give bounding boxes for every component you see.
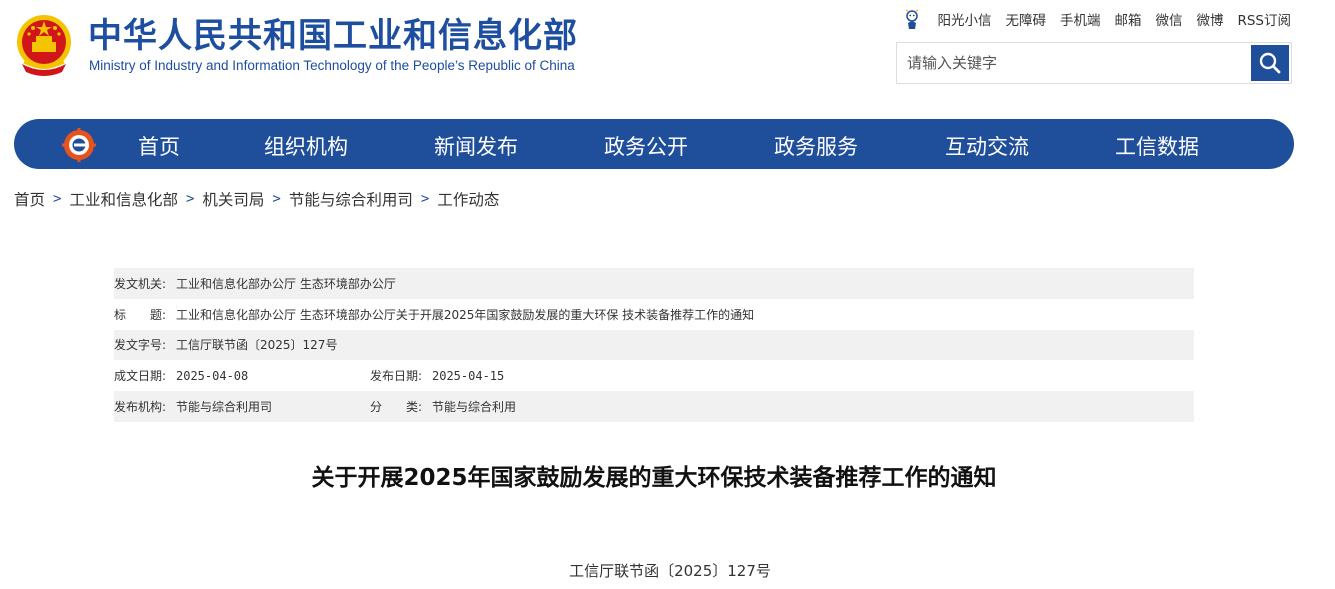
search-icon — [1259, 52, 1281, 74]
sunshine-mascot-icon[interactable] — [903, 8, 921, 30]
nav-data[interactable]: 工信数据 — [1115, 131, 1199, 161]
doc-no-value: 工信厅联节函〔2025〕127号 — [176, 338, 338, 353]
top-link-sunshine[interactable]: 阳光小信 — [937, 9, 991, 29]
top-link-mail[interactable]: 邮箱 — [1114, 9, 1141, 29]
nav-home[interactable]: 首页 — [138, 131, 180, 161]
nav-news[interactable]: 新闻发布 — [434, 131, 518, 161]
breadcrumb-separator-icon: > — [420, 191, 430, 207]
breadcrumb-separator-icon: > — [185, 191, 195, 207]
top-links-bar: 阳光小信 无障碍 手机端 邮箱 微信 微博 RSS订阅 — [903, 8, 1291, 30]
document-title: 关于开展2025年国家鼓励发展的重大环保技术装备推荐工作的通知 — [311, 465, 997, 491]
breadcrumb: 首页 > 工业和信息化部 > 机关司局 > 节能与综合利用司 > 工作动态 — [14, 188, 499, 210]
breadcrumb-department[interactable]: 节能与综合利用司 — [289, 188, 413, 210]
pub-date-value: 2025-04-15 — [432, 368, 505, 383]
breadcrumb-home[interactable]: 首页 — [14, 188, 45, 210]
category-label: 分 类: — [370, 400, 423, 415]
date-value: 2025-04-08 — [176, 368, 249, 383]
document-meta-table: 发文机关: 工业和信息化部办公厅 生态环境部办公厅 标 题: 工业和信息化部办公… — [114, 268, 1194, 422]
main-nav: 首页 组织机构 新闻发布 政务公开 政务服务 互动交流 工信数据 — [14, 119, 1294, 169]
meta-row-doc-no: 发文字号: 工信厅联节函〔2025〕127号 — [114, 329, 1194, 361]
site-subtitle-en: Ministry of Industry and Information Tec… — [89, 58, 575, 73]
national-emblem-icon — [17, 15, 71, 76]
meta-row-dates: 成文日期: 2025-04-08 发布日期: 2025-04-15 — [114, 360, 1194, 391]
breadcrumb-ministry[interactable]: 工业和信息化部 — [69, 188, 178, 210]
breadcrumb-separator-icon: > — [53, 191, 62, 207]
title-label: 标 题: — [114, 307, 167, 322]
title-value: 工业和信息化部办公厅 生态环境部办公厅关于开展2025年国家鼓励发展的重大环保 … — [176, 307, 755, 322]
miit-logo-icon[interactable] — [62, 128, 96, 162]
search-input[interactable] — [897, 43, 1253, 83]
site-title[interactable]: 中华人民共和国工业和信息化部 — [88, 14, 578, 58]
nav-interaction[interactable]: 互动交流 — [945, 131, 1029, 161]
search-button[interactable] — [1251, 45, 1289, 81]
top-link-wechat[interactable]: 微信 — [1155, 9, 1182, 29]
top-link-rss[interactable]: RSS订阅 — [1237, 9, 1291, 29]
meta-row-title: 标 题: 工业和信息化部办公厅 生态环境部办公厅关于开展2025年国家鼓励发展的… — [114, 299, 1194, 330]
top-link-accessibility[interactable]: 无障碍 — [1005, 9, 1046, 29]
doc-no-label: 发文字号: — [114, 338, 167, 353]
search-box — [896, 42, 1292, 84]
date-label: 成文日期: — [114, 369, 167, 384]
meta-row-org: 发布机构: 节能与综合利用司 分 类: 节能与综合利用 — [114, 391, 1194, 422]
top-link-mobile[interactable]: 手机端 — [1060, 9, 1101, 29]
org-label: 发布机构: — [114, 400, 167, 415]
meta-row-issuer: 发文机关: 工业和信息化部办公厅 生态环境部办公厅 — [114, 268, 1194, 299]
top-link-weibo[interactable]: 微博 — [1196, 9, 1223, 29]
category-value: 节能与综合利用 — [432, 400, 517, 415]
breadcrumb-separator-icon: > — [272, 191, 281, 207]
nav-government-services[interactable]: 政务服务 — [774, 131, 858, 161]
nav-organization[interactable]: 组织机构 — [264, 131, 348, 161]
issuer-value: 工业和信息化部办公厅 生态环境部办公厅 — [176, 276, 396, 291]
breadcrumb-current[interactable]: 工作动态 — [437, 188, 499, 210]
org-value: 节能与综合利用司 — [176, 400, 273, 415]
breadcrumb-departments[interactable]: 机关司局 — [202, 188, 264, 210]
nav-government-affairs[interactable]: 政务公开 — [604, 131, 688, 161]
issuer-label: 发文机关: — [114, 276, 167, 291]
pub-date-label: 发布日期: — [370, 369, 423, 384]
document-number: 工信厅联节函〔2025〕127号 — [569, 562, 771, 580]
